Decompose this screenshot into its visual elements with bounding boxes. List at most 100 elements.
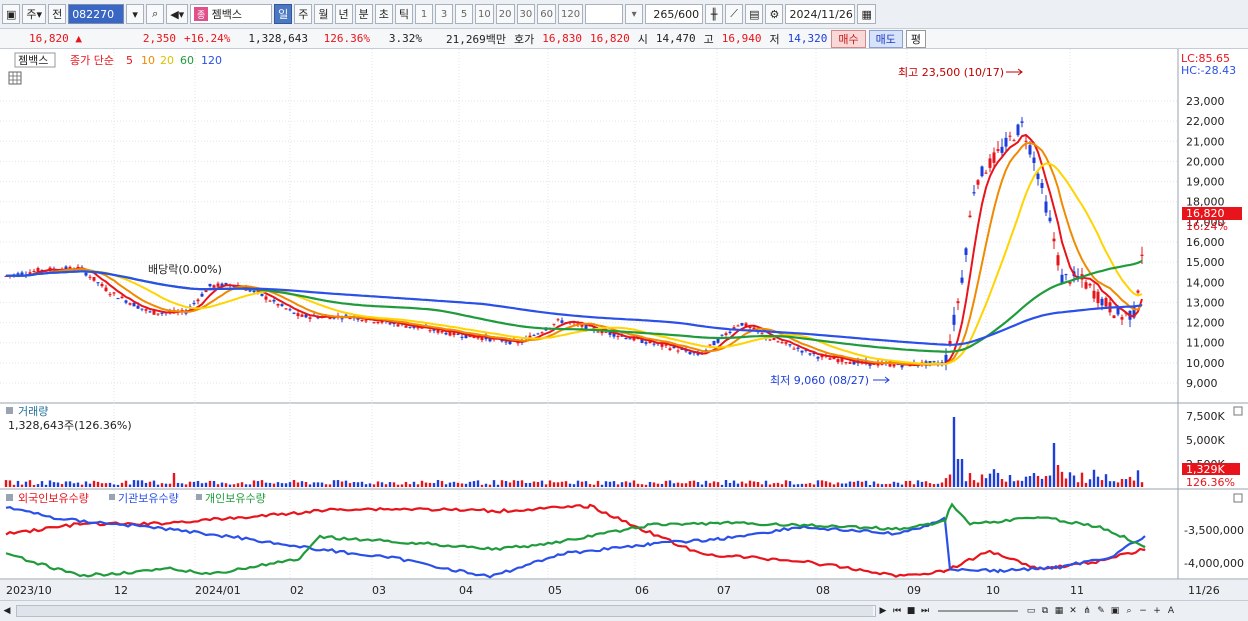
- step-1[interactable]: 1: [415, 4, 434, 24]
- candle-body: [992, 152, 996, 163]
- code-dropdown-icon[interactable]: ▾: [126, 4, 145, 24]
- save-icon[interactable]: ▤: [745, 4, 764, 24]
- window-icon[interactable]: ⧉: [1038, 604, 1052, 618]
- step-20[interactable]: 20: [495, 4, 515, 24]
- candle-body: [388, 323, 392, 325]
- candle-body: [212, 285, 216, 288]
- volume-bar: [1100, 480, 1104, 487]
- step-30[interactable]: 30: [516, 4, 536, 24]
- volume-bar: [292, 480, 296, 487]
- interval-minute[interactable]: 분: [354, 4, 373, 24]
- grid-toggle-icon[interactable]: [8, 71, 22, 85]
- minus-icon[interactable]: −: [1136, 604, 1150, 618]
- search-icon[interactable]: ⌕: [146, 4, 165, 24]
- gear-icon[interactable]: ⚙: [765, 4, 784, 24]
- volume-bar: [332, 480, 336, 487]
- date-input[interactable]: 2024/11/26: [785, 4, 856, 24]
- volume-bar: [796, 484, 800, 487]
- period-select[interactable]: 주 ▾: [22, 4, 47, 24]
- volume-bar: [788, 481, 792, 487]
- volume-bar: [300, 481, 304, 487]
- open-value: 14,470: [655, 32, 696, 45]
- volume-bar: [1108, 481, 1112, 487]
- candle-body: [816, 356, 820, 359]
- holding-close-icon[interactable]: [1233, 493, 1243, 503]
- zoom-icon[interactable]: ⌕: [1122, 604, 1136, 618]
- scroll-left-icon[interactable]: ◀: [0, 604, 14, 618]
- volume-bar: [1012, 481, 1016, 487]
- candle-body: [84, 272, 88, 276]
- last-page-icon[interactable]: ⏭: [918, 604, 932, 618]
- prev-button[interactable]: 전: [48, 4, 67, 24]
- step-3[interactable]: 3: [435, 4, 454, 24]
- volume-bar: [152, 480, 156, 487]
- volume-bar: [296, 482, 300, 487]
- interval-year[interactable]: 년: [334, 4, 353, 24]
- speaker-icon[interactable]: ◀▾: [166, 4, 189, 24]
- candle-body: [792, 348, 796, 350]
- volume-close-icon[interactable]: [1233, 406, 1243, 416]
- interval-month[interactable]: 월: [314, 4, 333, 24]
- volume-bar: [924, 481, 928, 487]
- count-field[interactable]: 265/600: [645, 4, 704, 24]
- stock-name-field[interactable]: 종 젬백스: [190, 4, 273, 24]
- step-120[interactable]: 120: [557, 4, 584, 24]
- volume-bar: [736, 483, 740, 487]
- volume-bar: [536, 481, 540, 487]
- candle-body: [740, 323, 744, 326]
- first-page-icon[interactable]: ⏮: [890, 604, 904, 618]
- volume-bar: [1124, 479, 1128, 487]
- x-label-2023-10: 2023/10: [6, 584, 52, 597]
- eval-button[interactable]: 평: [905, 29, 926, 48]
- holding-panel-icon[interactable]: [6, 494, 13, 501]
- magnet-icon[interactable]: ⋔: [1080, 604, 1094, 618]
- box-icon[interactable]: ▭: [1024, 604, 1038, 618]
- line-tool-icon[interactable]: ⟋: [725, 4, 744, 24]
- interval-day[interactable]: 일: [274, 4, 293, 24]
- image-icon[interactable]: ▣: [1108, 604, 1122, 618]
- ma-label-5: 5: [126, 54, 133, 67]
- candle-body: [1040, 183, 1044, 188]
- interval-week[interactable]: 주: [294, 4, 313, 24]
- step-60[interactable]: 60: [537, 4, 556, 24]
- candle-body: [1136, 290, 1140, 293]
- volume-bar: [1020, 480, 1024, 487]
- zoom-slider[interactable]: [938, 610, 1018, 612]
- step-10[interactable]: 10: [475, 4, 494, 24]
- scroll-thumb[interactable]: [17, 606, 873, 616]
- volume-bar: [48, 480, 52, 487]
- sell-button[interactable]: 매도: [868, 29, 903, 48]
- candle-body: [1028, 145, 1032, 155]
- buy-button[interactable]: 매수: [831, 29, 866, 48]
- scroll-right-icon[interactable]: ▶: [876, 604, 890, 618]
- volume-bar: [276, 482, 280, 487]
- volume-panel-icon[interactable]: [6, 407, 13, 414]
- volume-bar: [672, 483, 676, 487]
- x-label-10: 10: [986, 584, 1000, 597]
- layout-icon[interactable]: ▣: [2, 4, 21, 24]
- chart-toolbar: ▣ 주 ▾ 전 082270 ▾ ⌕ ◀▾ 종 젬백스 일 주 월 년 분 초 …: [0, 0, 1248, 29]
- scroll-track[interactable]: [16, 605, 876, 617]
- volume-bar: [940, 482, 944, 487]
- stop-icon[interactable]: ■: [904, 604, 918, 618]
- volume-bar: [948, 474, 952, 487]
- custom-step-input[interactable]: [585, 4, 624, 24]
- candle-icon[interactable]: ╫: [705, 4, 724, 24]
- plus-icon[interactable]: +: [1150, 604, 1164, 618]
- stock-code-input[interactable]: 082270: [68, 4, 125, 24]
- interval-tick[interactable]: 틱: [394, 4, 414, 24]
- volume-bar: [144, 482, 148, 487]
- draw-icon[interactable]: ✎: [1094, 604, 1108, 618]
- interval-second[interactable]: 초: [374, 4, 393, 24]
- step-dropdown-icon[interactable]: ▾: [625, 4, 644, 24]
- grid-icon[interactable]: ▦: [1052, 604, 1066, 618]
- stock-chart[interactable]: 젬백스 종가 단순 5 10 20 60 120 LC:85.65 HC:-28…: [0, 49, 1248, 600]
- font-icon[interactable]: A: [1164, 604, 1178, 618]
- indiv-panel-icon: [196, 494, 202, 500]
- cross-icon[interactable]: ✕: [1066, 604, 1080, 618]
- step-5[interactable]: 5: [455, 4, 474, 24]
- volume-bar: [888, 483, 892, 487]
- ma-label-60: 60: [180, 54, 194, 67]
- candle-body: [892, 364, 896, 367]
- calendar-icon[interactable]: ▦: [857, 4, 876, 24]
